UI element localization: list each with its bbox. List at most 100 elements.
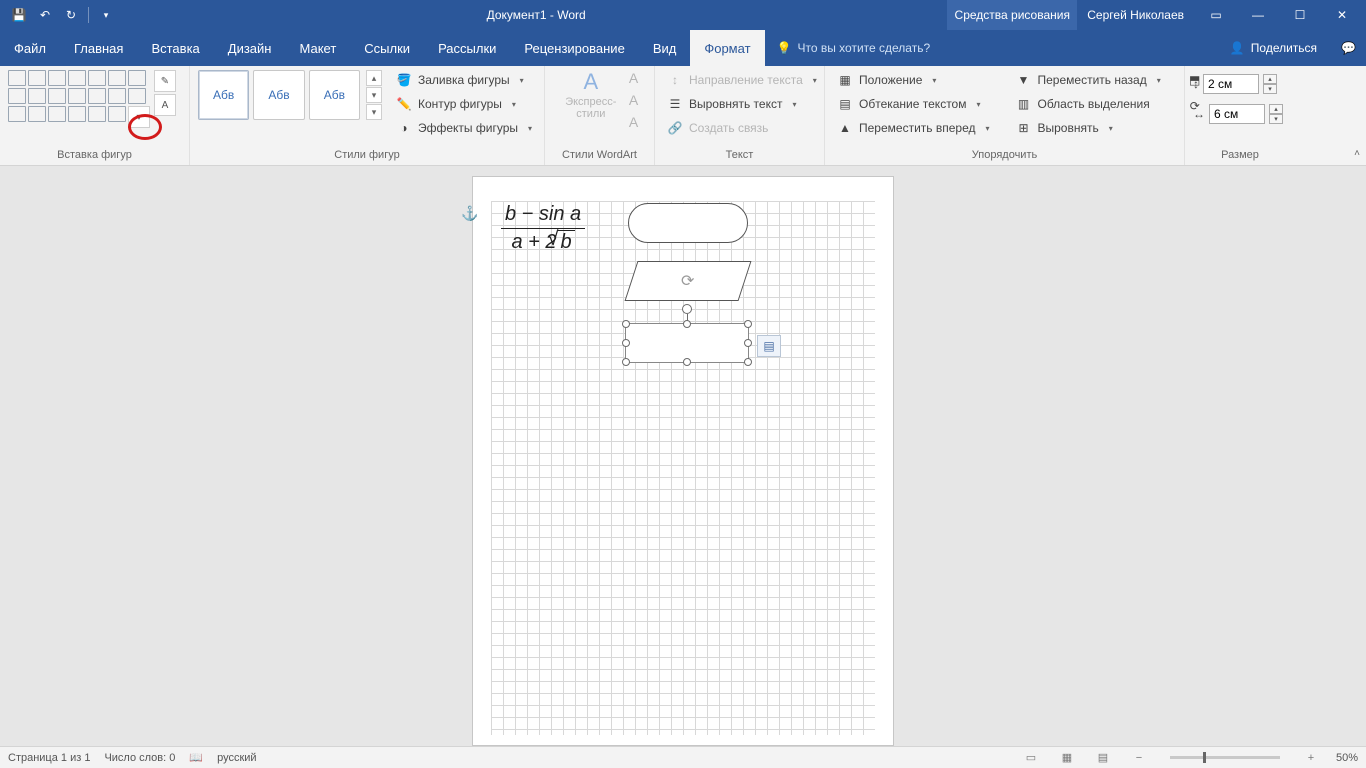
resize-handle-e[interactable] — [744, 339, 752, 347]
shape-thumb[interactable] — [68, 106, 86, 122]
shape-thumb[interactable] — [48, 88, 66, 104]
tab-design[interactable]: Дизайн — [214, 30, 286, 66]
wrap-text-button[interactable]: ▤Обтекание текстом — [833, 94, 994, 114]
qat-customize-button[interactable]: ▾ — [95, 4, 117, 26]
shape-fill-button[interactable]: 🪣Заливка фигуры — [392, 70, 536, 90]
shape-thumb[interactable] — [68, 88, 86, 104]
zoom-slider-thumb[interactable] — [1203, 752, 1206, 763]
width-spin-up[interactable]: ▴ — [1269, 104, 1283, 114]
shape-thumb[interactable] — [108, 106, 126, 122]
shape-height-input[interactable] — [1203, 74, 1259, 94]
shape-thumb[interactable] — [28, 88, 46, 104]
tab-references[interactable]: Ссылки — [350, 30, 424, 66]
shapes-gallery[interactable]: ▾ — [8, 70, 146, 122]
resize-handle-nw[interactable] — [622, 320, 630, 328]
shapes-more-button[interactable]: ▾ — [128, 106, 150, 128]
style-gallery-more[interactable]: ▾ — [366, 104, 382, 120]
close-button[interactable]: ✕ — [1322, 0, 1362, 30]
zoom-level[interactable]: 50% — [1336, 752, 1358, 764]
ribbon-display-options-button[interactable]: ▭ — [1196, 0, 1236, 30]
text-fill-icon[interactable]: A — [629, 70, 638, 86]
bring-forward-button[interactable]: ▲Переместить вперед — [833, 118, 994, 138]
tell-me-search[interactable]: 💡 Что вы хотите сделать? — [765, 30, 1216, 66]
zoom-slider[interactable] — [1170, 756, 1280, 759]
align-text-button[interactable]: ☰Выровнять текст — [663, 94, 821, 114]
layout-options-button[interactable]: ▤ — [757, 335, 781, 357]
minimize-button[interactable]: — — [1238, 0, 1278, 30]
shape-thumb[interactable] — [28, 70, 46, 86]
shape-thumb[interactable] — [48, 70, 66, 86]
shape-thumb[interactable] — [8, 70, 26, 86]
shape-thumb[interactable] — [108, 88, 126, 104]
read-mode-button[interactable]: ▭ — [1020, 750, 1042, 766]
text-outline-icon[interactable]: A — [629, 92, 638, 108]
tab-layout[interactable]: Макет — [285, 30, 350, 66]
style-scroll-up[interactable]: ▴ — [366, 70, 382, 86]
width-spin-down[interactable]: ▾ — [1269, 114, 1283, 124]
text-direction-button[interactable]: ↕Направление текста — [663, 70, 821, 90]
text-effects-icon[interactable]: A — [629, 114, 638, 130]
tab-mailings[interactable]: Рассылки — [424, 30, 510, 66]
shape-thumb[interactable] — [128, 88, 146, 104]
shape-thumb[interactable] — [68, 70, 86, 86]
shape-parallelogram[interactable]: ⟳ — [625, 261, 752, 301]
resize-handle-se[interactable] — [744, 358, 752, 366]
style-preview-1[interactable]: Абв — [198, 70, 249, 120]
save-button[interactable]: 💾 — [8, 4, 30, 26]
shape-thumb[interactable] — [8, 106, 26, 122]
rotation-handle[interactable] — [682, 304, 692, 314]
maximize-button[interactable]: ☐ — [1280, 0, 1320, 30]
equation[interactable]: b − sin a a + 2b — [501, 203, 585, 254]
tab-file[interactable]: Файл — [0, 30, 60, 66]
tab-view[interactable]: Вид — [639, 30, 691, 66]
tab-home[interactable]: Главная — [60, 30, 137, 66]
shape-effects-button[interactable]: ◑Эффекты фигуры — [392, 118, 536, 138]
resize-handle-ne[interactable] — [744, 320, 752, 328]
resize-handle-sw[interactable] — [622, 358, 630, 366]
status-language[interactable]: русский — [217, 752, 256, 764]
proofing-icon[interactable]: 📖 — [189, 751, 203, 764]
shape-thumb[interactable] — [128, 70, 146, 86]
height-spin-up[interactable]: ▴ — [1263, 74, 1277, 84]
web-layout-button[interactable]: ▤ — [1092, 750, 1114, 766]
collapse-ribbon-button[interactable]: ˄ — [1354, 148, 1360, 159]
tab-review[interactable]: Рецензирование — [510, 30, 638, 66]
status-word-count[interactable]: Число слов: 0 — [104, 752, 175, 764]
shape-rectangle-selected[interactable] — [625, 323, 749, 363]
style-preview-3[interactable]: Абв — [309, 70, 360, 120]
text-box-button[interactable]: A — [154, 94, 176, 116]
shape-thumb[interactable] — [88, 106, 106, 122]
shape-thumb[interactable] — [8, 88, 26, 104]
share-button[interactable]: 👤 Поделиться — [1216, 30, 1331, 66]
zoom-out-button[interactable]: − — [1128, 750, 1150, 766]
send-backward-button[interactable]: ▼Переместить назад — [1012, 70, 1165, 90]
shape-width-input[interactable] — [1209, 104, 1265, 124]
shape-outline-button[interactable]: ✏️Контур фигуры — [392, 94, 536, 114]
position-button[interactable]: ▦Положение — [833, 70, 994, 90]
resize-handle-s[interactable] — [683, 358, 691, 366]
shape-thumb[interactable] — [108, 70, 126, 86]
print-layout-button[interactable]: ▦ — [1056, 750, 1078, 766]
create-link-button[interactable]: 🔗Создать связь — [663, 118, 821, 138]
shape-thumb[interactable] — [48, 106, 66, 122]
page[interactable]: ⚓ b − sin a a + 2b ⟳ ▤ — [472, 176, 894, 746]
style-preview-2[interactable]: Абв — [253, 70, 304, 120]
user-name[interactable]: Сергей Николаев — [1077, 8, 1194, 22]
shape-thumb[interactable] — [28, 106, 46, 122]
selection-pane-button[interactable]: ▥Область выделения — [1012, 94, 1165, 114]
quick-styles-button[interactable]: A Экспресс-стили — [561, 70, 621, 120]
tab-insert[interactable]: Вставка — [137, 30, 213, 66]
shape-thumb[interactable] — [88, 88, 106, 104]
resize-handle-w[interactable] — [622, 339, 630, 347]
redo-button[interactable]: ↻ — [60, 4, 82, 26]
undo-button[interactable]: ↶ — [34, 4, 56, 26]
tab-format[interactable]: Формат — [690, 30, 764, 66]
height-spin-down[interactable]: ▾ — [1263, 84, 1277, 94]
comments-button[interactable]: 💬 — [1331, 30, 1366, 66]
shape-rounded-rectangle[interactable] — [628, 203, 748, 243]
zoom-in-button[interactable]: + — [1300, 750, 1322, 766]
status-page[interactable]: Страница 1 из 1 — [8, 752, 90, 764]
document-area[interactable]: ⚓ b − sin a a + 2b ⟳ ▤ — [0, 166, 1366, 746]
edit-shape-button[interactable]: ✎ — [154, 70, 176, 92]
shape-thumb[interactable] — [88, 70, 106, 86]
